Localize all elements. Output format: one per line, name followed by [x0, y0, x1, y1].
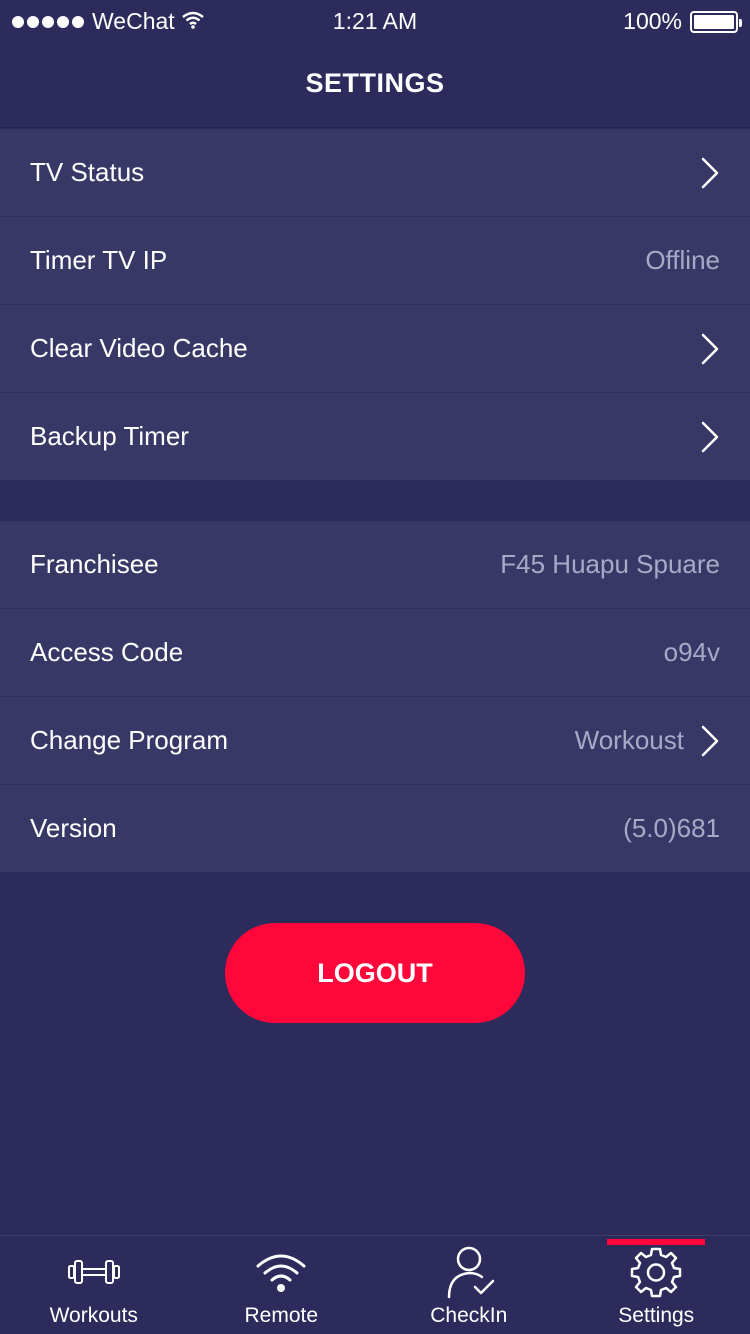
page-title: SETTINGS [305, 68, 445, 98]
settings-row-access-code: Access Code o94v [0, 609, 750, 697]
settings-group-account: Franchisee F45 Huapu Spuare Access Code … [0, 521, 750, 873]
row-label: Backup Timer [30, 421, 189, 451]
chevron-right-icon [700, 724, 720, 758]
row-label: Timer TV IP [30, 245, 168, 275]
row-value: Offline [645, 245, 720, 275]
status-bar: WeChat 1:21 AM 100% [0, 0, 750, 40]
logout-button[interactable]: LOGOUT [225, 923, 525, 1023]
user-check-icon [441, 1244, 497, 1300]
settings-row-tv-status[interactable]: TV Status [0, 129, 750, 217]
settings-group-tv: TV Status Timer TV IP Offline Clear Vide… [0, 129, 750, 481]
gear-icon [629, 1244, 683, 1300]
chevron-right-icon [700, 420, 720, 454]
row-label: Access Code [30, 637, 184, 667]
settings-row-franchisee: Franchisee F45 Huapu Spuare [0, 521, 750, 609]
battery-icon [690, 10, 742, 33]
battery-fill [694, 14, 734, 29]
tab-label: Workouts [49, 1304, 138, 1327]
navigation-bar: SETTINGS [0, 40, 750, 128]
tab-bar: Workouts Remote CheckIn Settings [0, 1235, 750, 1334]
row-value: (5.0)681 [623, 813, 720, 843]
tab-settings[interactable]: Settings [563, 1236, 750, 1334]
dumbbell-icon [67, 1244, 121, 1300]
settings-row-backup-timer[interactable]: Backup Timer [0, 393, 750, 481]
row-label: TV Status [30, 157, 145, 187]
chevron-right-icon [700, 156, 720, 190]
tab-label: Settings [618, 1304, 695, 1327]
tab-checkin[interactable]: CheckIn [375, 1236, 563, 1334]
wifi-icon [254, 1244, 308, 1300]
row-value: F45 Huapu Spuare [500, 549, 720, 579]
tab-label: Remote [244, 1304, 319, 1327]
battery-info: 100% [623, 8, 742, 35]
row-value: Workoust [574, 725, 684, 755]
row-label: Version [30, 813, 117, 843]
tab-remote[interactable]: Remote [188, 1236, 376, 1334]
tab-workouts[interactable]: Workouts [0, 1236, 188, 1334]
row-label: Clear Video Cache [30, 333, 248, 363]
row-label: Change Program [30, 725, 228, 755]
active-tab-indicator [607, 1239, 706, 1245]
settings-row-timer-tv-ip[interactable]: Timer TV IP Offline [0, 217, 750, 305]
settings-row-version: Version (5.0)681 [0, 785, 750, 873]
settings-row-clear-video-cache[interactable]: Clear Video Cache [0, 305, 750, 393]
row-label: Franchisee [30, 549, 159, 579]
settings-row-change-program[interactable]: Change Program Workoust [0, 697, 750, 785]
row-value: o94v [663, 637, 720, 667]
tab-label: CheckIn [430, 1304, 508, 1327]
chevron-right-icon [700, 332, 720, 366]
battery-percent: 100% [623, 8, 682, 34]
